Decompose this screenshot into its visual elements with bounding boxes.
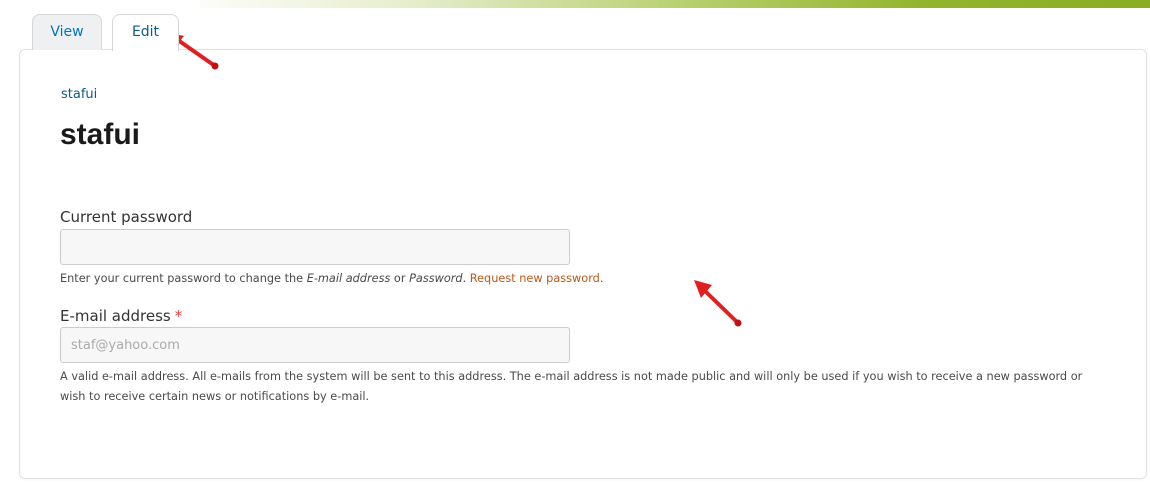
breadcrumb[interactable]: stafui (61, 87, 97, 102)
required-marker: * (174, 307, 183, 325)
tab-edit[interactable]: Edit (112, 14, 179, 51)
page-title: stafui (60, 118, 141, 151)
current-password-help: Enter your current password to change th… (60, 269, 603, 289)
help-text: . (462, 272, 470, 285)
top-bar-fade (0, 0, 200, 8)
page-root: View Edit stafui stafui Current password… (0, 0, 1150, 484)
help-password-term: Password (409, 272, 463, 285)
email-field[interactable] (60, 327, 570, 363)
email-label: E-mail address * (60, 307, 182, 325)
email-help: A valid e-mail address. All e-mails from… (60, 370, 1083, 403)
help-text: . (599, 272, 604, 285)
request-new-password-link[interactable]: Request new password (470, 272, 600, 285)
email-label-text: E-mail address (60, 307, 171, 325)
current-password-label: Current password (60, 208, 193, 226)
tab-view[interactable]: View (32, 14, 102, 50)
current-password-field[interactable] (60, 229, 570, 265)
annotation-arrow-request-link (694, 280, 742, 327)
help-text: Enter your current password to change th… (60, 272, 307, 285)
help-email-term: E-mail address (306, 272, 391, 285)
help-text: or (390, 272, 410, 285)
